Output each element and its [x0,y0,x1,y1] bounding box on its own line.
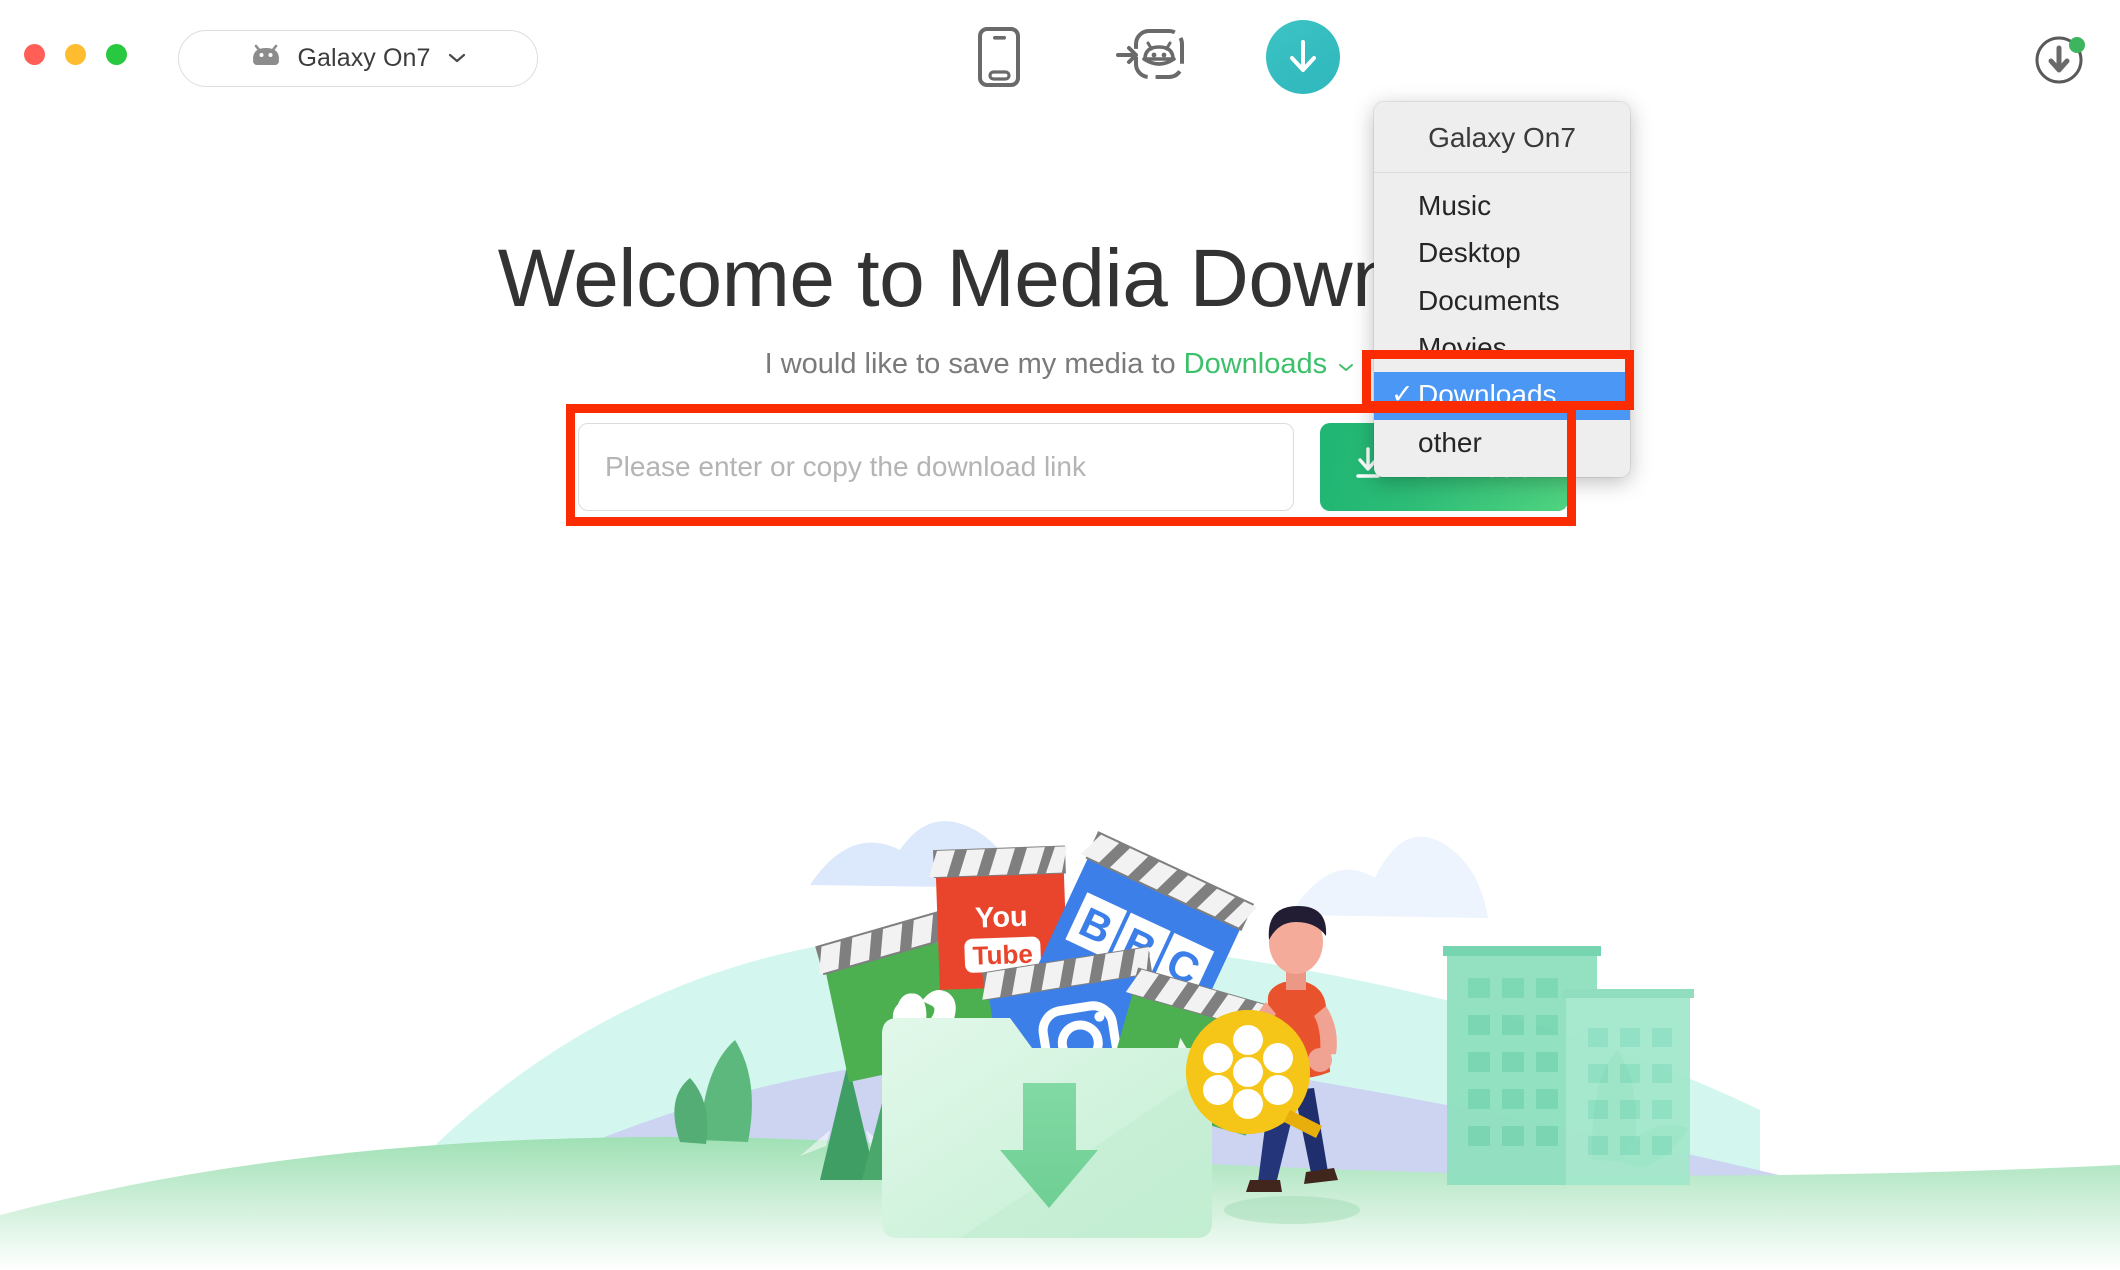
close-window-button[interactable] [24,44,45,65]
dropdown-item-music[interactable]: Music [1374,183,1630,230]
dropdown-item-movies[interactable]: Movies [1374,325,1630,372]
save-location-dropdown: Galaxy On7 Music Desktop Documents Movie… [1374,102,1630,477]
dropdown-item-desktop[interactable]: Desktop [1374,230,1630,277]
dropdown-header: Galaxy On7 [1374,108,1630,173]
device-selector[interactable]: Galaxy On7 [178,30,538,87]
dropdown-item-downloads[interactable]: ✓ Downloads [1374,372,1630,420]
download-status-icon[interactable] [2030,28,2092,90]
app-window: Galaxy On7 Welcome to Media Downloader I… [0,0,2120,1270]
media-downloader-illustration: You Tube B B C [0,710,2120,1270]
minimize-window-button[interactable] [65,44,86,65]
dropdown-item-label: Movies [1418,331,1507,363]
page-title: Welcome to Media Downloader [497,233,1623,324]
transfer-to-android-icon[interactable] [1112,18,1190,96]
download-circle-bg [1266,20,1340,94]
dropdown-item-label: Desktop [1418,237,1521,269]
main-toolbar [960,18,1342,96]
dropdown-item-other[interactable]: other [1374,420,1630,467]
save-location-line: I would like to save my media to Downloa… [0,348,2120,381]
save-location-folder-link[interactable]: Downloads [1184,348,1327,380]
chevron-down-icon [447,50,467,67]
download-link-input[interactable] [578,423,1294,511]
chevron-down-icon[interactable] [1332,357,1355,378]
buildings [1443,946,1694,1185]
dropdown-item-list: Music Desktop Documents Movies ✓ Downloa… [1374,173,1630,467]
device-selector-label: Galaxy On7 [297,44,431,72]
dropdown-item-label: Music [1418,190,1492,221]
android-head-icon [249,43,283,74]
traffic-lights [24,44,127,65]
maximize-window-button[interactable] [106,44,127,65]
title-bar: Galaxy On7 [0,0,2120,112]
svg-text:You: You [975,901,1029,935]
check-icon: ✓ [1391,379,1414,410]
dropdown-item-label: Downloads [1418,379,1557,411]
save-location-prefix: I would like to save my media to [764,348,1176,380]
dropdown-item-label: Documents [1418,284,1560,316]
dropdown-item-label: other [1418,426,1482,458]
phone-icon[interactable] [960,18,1038,96]
download-circle-icon[interactable] [1264,18,1342,96]
download-folder [882,1018,1212,1238]
dropdown-item-documents[interactable]: Documents [1374,278,1630,325]
